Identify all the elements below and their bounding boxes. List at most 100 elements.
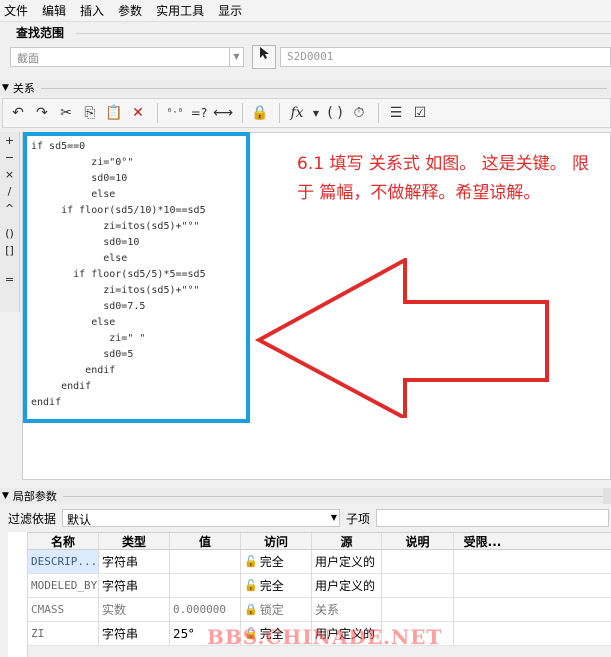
param-type[interactable]: 实数 (99, 598, 170, 621)
param-restricted[interactable] (454, 598, 511, 621)
toolbar-separator (279, 103, 280, 123)
param-description[interactable] (382, 550, 454, 573)
plus-operator[interactable]: + (0, 132, 19, 149)
verify-icon[interactable]: ⏱ (348, 102, 370, 124)
table-row[interactable]: DESCRIP... 字符串 🔓 完全 用户定义的 (28, 550, 611, 574)
param-name[interactable]: CMASS (28, 598, 99, 621)
select-pointer-button[interactable] (252, 45, 276, 69)
param-value[interactable] (170, 574, 241, 597)
collapse-triangle-icon[interactable]: ▼ (2, 491, 9, 501)
collapse-triangle-icon[interactable]: ▼ (2, 83, 9, 93)
menu-file[interactable]: 文件 (4, 2, 28, 19)
annotation-text: 6.1 填写 关系式 如图。 这是关键。 限于 篇幅，不做解释。希望谅解。 (297, 154, 590, 203)
param-source[interactable]: 关系 (312, 598, 382, 621)
parentheses-operator[interactable]: () (0, 225, 19, 242)
divider (40, 87, 607, 89)
cursor-arrow-icon (260, 47, 269, 59)
local-params-section-header[interactable]: ▼ 局部参数 (0, 488, 611, 504)
column-header[interactable]: 受限... (454, 533, 511, 549)
redo-icon[interactable]: ↷ (31, 102, 53, 124)
filter-row: 过滤依据 默认 ▼ 子项 (0, 508, 611, 528)
param-value[interactable] (170, 550, 241, 573)
toolbar-separator (242, 103, 243, 123)
filter-select[interactable]: 默认 ▼ (62, 509, 340, 527)
access-label: 锁定 (259, 603, 284, 617)
unit-lock-icon[interactable]: 🔒 (249, 102, 271, 124)
param-description[interactable] (382, 574, 454, 597)
column-header[interactable]: 说明 (382, 533, 454, 549)
find-scope-title: 查找范围 (16, 26, 65, 40)
cut-icon[interactable]: ✂ (55, 102, 77, 124)
menu-insert[interactable]: 插入 (80, 2, 104, 19)
param-type[interactable]: 字符串 (99, 550, 170, 573)
undo-icon[interactable]: ↶ (7, 102, 29, 124)
table-header: 名称 类型 值 访问 源 说明 受限... (28, 533, 611, 550)
param-name[interactable]: DESCRIP... (28, 550, 99, 573)
scrollbar[interactable] (603, 488, 611, 504)
lookin-select[interactable]: 截面 ▼ (10, 47, 244, 67)
param-type[interactable]: 字符串 (99, 622, 170, 645)
red-arrow-icon (255, 258, 549, 418)
column-header[interactable]: 源 (312, 533, 382, 549)
insert-function-icon[interactable]: fx (286, 102, 308, 124)
local-params-title: 局部参数 (12, 490, 57, 503)
param-access[interactable]: 🔓 完全 (241, 550, 312, 573)
param-source[interactable]: 用户定义的 (312, 574, 382, 597)
menu-utilities[interactable]: 实用工具 (156, 2, 204, 19)
table-row[interactable]: CMASS 实数 0.000000 🔒 锁定 关系 (28, 598, 611, 622)
param-value[interactable]: 0.000000 (170, 598, 241, 621)
sub-item-field[interactable] (376, 509, 609, 527)
param-name[interactable]: MODELED_BY (28, 574, 99, 597)
insert-dimension-icon[interactable]: ⟷ (212, 102, 234, 124)
param-restricted[interactable] (454, 622, 511, 645)
copy-icon[interactable]: ⎘ (79, 102, 101, 124)
column-header[interactable]: 类型 (99, 533, 170, 549)
relations-code[interactable]: if sd5==0 zi="0°" sd0=10 else if floor(s… (31, 139, 206, 411)
evaluate-icon[interactable]: =? (188, 102, 210, 124)
column-header[interactable]: 访问 (241, 533, 312, 549)
column-header[interactable]: 名称 (28, 533, 99, 549)
param-restricted[interactable] (454, 574, 511, 597)
filter-value: 默认 (67, 513, 92, 527)
menu-parameters[interactable]: 参数 (118, 2, 142, 19)
divide-operator[interactable]: / (0, 183, 19, 200)
column-header[interactable]: 值 (170, 533, 241, 549)
param-source[interactable]: 用户定义的 (312, 550, 382, 573)
delete-icon[interactable]: ✕ (127, 102, 149, 124)
relations-toolbar: ↶ ↷ ✂ ⎘ 📋 ✕ ⁰·⁰ =? ⟷ 🔒 fx ▼ ( ) ⏱ ☰ ☑ (2, 98, 611, 128)
param-access[interactable]: 🔓 完全 (241, 574, 312, 597)
param-access[interactable]: 🔒 锁定 (241, 598, 312, 621)
lock-icon: 🔓 (244, 555, 258, 568)
param-description[interactable] (382, 598, 454, 621)
menu-edit[interactable]: 编辑 (42, 2, 66, 19)
param-name[interactable]: ZI (28, 622, 99, 645)
lookin-value: 截面 (17, 52, 39, 65)
toolbar-separator (157, 103, 158, 123)
lock-closed-icon: 🔒 (244, 603, 258, 616)
model-name-field[interactable]: S2D0001 (280, 47, 611, 67)
parentheses-icon[interactable]: ( ) (324, 102, 346, 124)
paste-icon[interactable]: 📋 (103, 102, 125, 124)
divider (62, 495, 607, 497)
code-highlight-box: if sd5==0 zi="0°" sd0=10 else if floor(s… (23, 132, 250, 423)
param-restricted[interactable] (454, 550, 511, 573)
show-values-icon[interactable]: ⁰·⁰ (164, 102, 186, 124)
row-header-column (8, 532, 28, 657)
chevron-down-icon[interactable]: ▼ (331, 510, 337, 526)
verify-relations-icon[interactable]: ☑ (409, 102, 431, 124)
relations-section-header[interactable]: ▼ 关系 (0, 80, 611, 96)
power-operator[interactable]: ^ (0, 200, 19, 217)
access-label: 完全 (259, 555, 284, 569)
chevron-down-icon[interactable]: ▼ (229, 48, 243, 66)
menu-bar: 文件 编辑 插入 参数 实用工具 显示 (0, 0, 611, 22)
menu-display[interactable]: 显示 (218, 2, 242, 19)
function-dropdown-icon[interactable]: ▼ (310, 102, 322, 124)
multiply-operator[interactable]: × (0, 166, 19, 183)
minus-operator[interactable]: − (0, 149, 19, 166)
table-row[interactable]: MODELED_BY 字符串 🔓 完全 用户定义的 (28, 574, 611, 598)
sort-relations-icon[interactable]: ☰ (385, 102, 407, 124)
equals-operator[interactable]: = (0, 271, 19, 288)
param-type[interactable]: 字符串 (99, 574, 170, 597)
divider (76, 33, 611, 34)
brackets-operator[interactable]: [] (0, 242, 19, 259)
